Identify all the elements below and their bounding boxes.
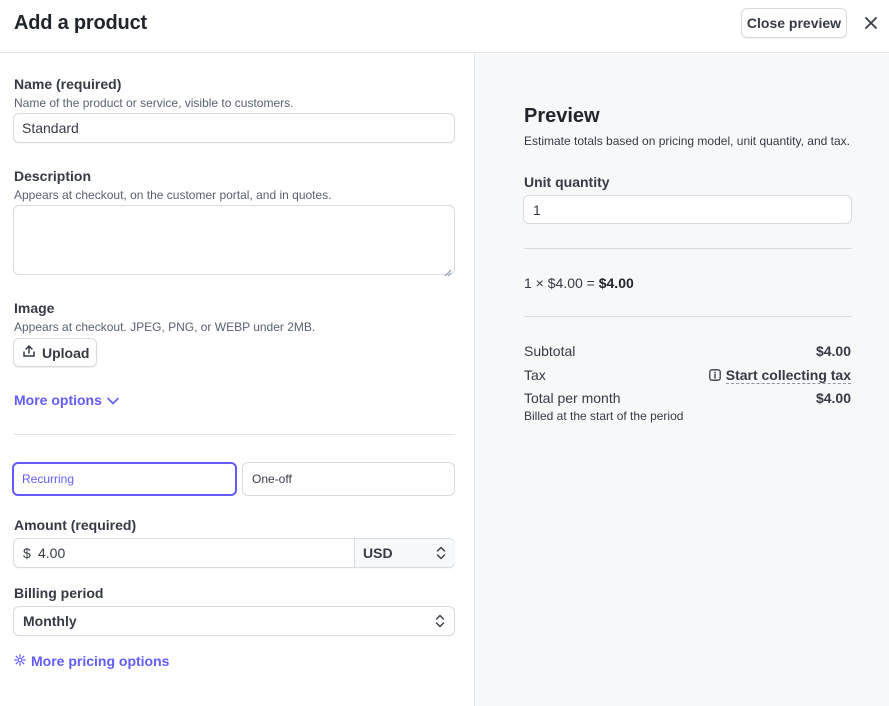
- preview-divider: [524, 248, 852, 249]
- dialog-title: Add a product: [14, 12, 147, 34]
- description-textarea[interactable]: [13, 205, 455, 277]
- resize-grip-icon[interactable]: [444, 264, 452, 277]
- dialog-header: Add a product Close preview: [0, 0, 889, 53]
- select-arrows-icon: [436, 546, 446, 563]
- billing-period-label: Billing period: [14, 585, 104, 601]
- close-preview-button[interactable]: Close preview: [741, 8, 847, 38]
- description-label: Description: [14, 168, 92, 184]
- select-arrows-icon: [435, 614, 445, 631]
- form-divider: [14, 434, 455, 435]
- info-icon: [708, 368, 721, 384]
- total-value: $4.00: [815, 390, 851, 406]
- upload-button[interactable]: Upload: [13, 338, 97, 367]
- preview-divider: [524, 316, 852, 317]
- currency-value: USD: [363, 545, 393, 561]
- billing-period-select[interactable]: Monthly: [13, 606, 455, 636]
- subtotal-label: Subtotal: [524, 343, 576, 359]
- preview-title: Preview: [524, 105, 600, 127]
- total-label: Total per month: [524, 390, 621, 406]
- price-calculation: 1 × $4.00 = $4.00: [524, 275, 634, 291]
- more-options-label: More options: [14, 392, 102, 408]
- close-icon[interactable]: [862, 14, 880, 32]
- add-product-dialog: Add a product Close preview Name (requir…: [0, 0, 889, 706]
- start-collecting-tax-label: Start collecting tax: [725, 367, 851, 384]
- preview-panel: Preview Estimate totals based on pricing…: [474, 54, 889, 706]
- unit-quantity-label: Unit quantity: [524, 174, 610, 190]
- amount-input[interactable]: 4.00: [38, 545, 65, 561]
- description-hint: Appears at checkout, on the customer por…: [14, 188, 332, 202]
- pricing-type-one-off[interactable]: One-off: [242, 462, 455, 496]
- calculation-result: $4.00: [598, 275, 634, 291]
- billing-period-value: Monthly: [23, 613, 77, 629]
- tax-label: Tax: [524, 367, 546, 383]
- more-pricing-options-link[interactable]: More pricing options: [14, 653, 169, 669]
- calculation-expression: 1 × $4.00 =: [524, 275, 599, 291]
- product-form: Name (required) Name of the product or s…: [0, 54, 474, 706]
- amount-field[interactable]: $ 4.00 USD: [13, 538, 455, 568]
- image-label: Image: [14, 300, 55, 316]
- gear-icon: [14, 653, 26, 669]
- currency-symbol: $: [23, 545, 31, 561]
- billing-note: Billed at the start of the period: [524, 409, 684, 423]
- name-hint: Name of the product or service, visible …: [14, 96, 294, 110]
- pricing-type-recurring[interactable]: Recurring: [12, 462, 237, 496]
- name-label: Name (required): [14, 76, 122, 92]
- unit-quantity-input[interactable]: 1: [523, 195, 852, 224]
- preview-subtitle: Estimate totals based on pricing model, …: [524, 134, 850, 148]
- start-collecting-tax-link[interactable]: Start collecting tax: [708, 367, 851, 384]
- chevron-down-icon: [107, 392, 119, 408]
- name-input[interactable]: [13, 113, 455, 143]
- more-options-toggle[interactable]: More options: [14, 392, 119, 408]
- amount-label: Amount (required): [14, 517, 137, 533]
- upload-icon: [22, 344, 36, 361]
- subtotal-value: $4.00: [815, 343, 851, 359]
- image-hint: Appears at checkout. JPEG, PNG, or WEBP …: [14, 320, 316, 334]
- upload-label: Upload: [42, 344, 90, 361]
- more-pricing-label: More pricing options: [31, 653, 170, 669]
- currency-select[interactable]: USD: [354, 539, 455, 567]
